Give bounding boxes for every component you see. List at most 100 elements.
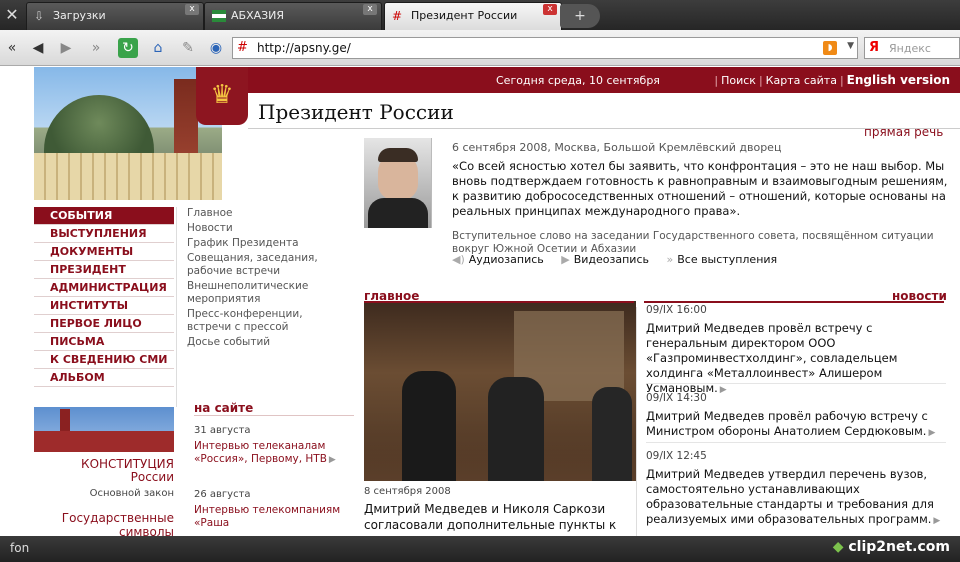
status-text: fon: [10, 541, 30, 555]
site-icon: #: [392, 9, 403, 23]
speech-actions: ◀) Аудиозапись ▶ Видеозапись » Все выступле…: [452, 253, 791, 266]
main-story-date: 8 сентября 2008: [364, 486, 451, 497]
tab-president[interactable]: # Президент России x: [384, 2, 562, 30]
back-icon[interactable]: ◀: [28, 38, 48, 58]
kremlin-photo: [34, 67, 222, 200]
site-title[interactable]: Президент России: [258, 100, 454, 124]
audio-link[interactable]: ◀) Аудиозапись: [452, 253, 544, 266]
symbols-link[interactable]: Государственные символы: [34, 511, 174, 536]
chevron-down-icon[interactable]: ▼: [847, 41, 854, 51]
forward-icon[interactable]: ▶: [56, 38, 76, 58]
nav-item-letters[interactable]: ПИСЬМА: [34, 333, 174, 351]
speaker-icon: ◀): [452, 253, 465, 266]
yandex-logo: Я: [869, 40, 880, 55]
page-viewport[interactable]: ♛ Сегодня среда, 10 сентября | Поиск | Карт…: [0, 67, 960, 536]
nav-item-administration[interactable]: АДМИНИСТРАЦИЯ: [34, 279, 174, 297]
reload-icon[interactable]: ↻: [118, 38, 138, 58]
globe-icon[interactable]: ◉: [206, 38, 226, 58]
play-icon: ▶: [561, 253, 570, 266]
rewind-icon[interactable]: «: [2, 38, 22, 58]
fast-forward-icon[interactable]: »: [86, 38, 106, 58]
new-tab-button[interactable]: +: [560, 4, 600, 28]
sub-item-main[interactable]: Главное: [187, 207, 337, 220]
video-link[interactable]: ▶ Видеозапись: [561, 253, 649, 266]
sub-item-press[interactable]: Пресс-конференции, встречи с прессой: [187, 308, 337, 334]
constitution-photo[interactable]: [34, 407, 174, 452]
speech-section-label[interactable]: прямая речь: [864, 125, 943, 139]
top-bar: Сегодня среда, 10 сентября | Поиск | Карта …: [248, 67, 960, 93]
speech-quote[interactable]: «Со всей ясностью хотел бы заявить, что …: [452, 159, 952, 219]
speech-meta: 6 сентября 2008, Москва, Большой Кремлёв…: [452, 141, 782, 154]
nav-item-album[interactable]: АЛЬБОМ: [34, 369, 174, 387]
watermark: ◆ clip2net.com: [832, 539, 950, 555]
url-text: http://apsny.ge/: [257, 41, 351, 55]
nav-item-documents[interactable]: ДОКУМЕНТЫ: [34, 243, 174, 261]
browser-toolbar: « ◀ ▶ » ↻ ⌂ ✎ ◉ # http://apsny.ge/ ◗ ▼ Я…: [0, 30, 960, 66]
brand-icon: ◆: [832, 539, 849, 555]
search-link[interactable]: Поиск: [721, 74, 756, 87]
news-link[interactable]: Дмитрий Медведев провёл рабочую встречу …: [646, 409, 946, 441]
item-date: 31 августа: [194, 425, 251, 436]
tab-label: Президент России: [411, 9, 518, 22]
close-tab-icon[interactable]: x: [543, 4, 557, 15]
divider: [646, 442, 946, 443]
nav-item-speeches[interactable]: ВЫСТУПЛЕНИЯ: [34, 225, 174, 243]
news-link[interactable]: Дмитрий Медведев утвердил перечень вузов…: [646, 467, 946, 529]
sitemap-link[interactable]: Карта сайта: [766, 74, 837, 87]
nav-item-institutes[interactable]: ИНСТИТУТЫ: [34, 297, 174, 315]
sub-item-news[interactable]: Новости: [187, 222, 337, 235]
divider: [636, 307, 637, 536]
search-placeholder: Яндекс: [889, 42, 931, 55]
tab-downloads[interactable]: ⇩ Загрузки x: [26, 2, 204, 30]
list-item: 26 августа Интервью телекомпаниям «Раша: [194, 489, 344, 530]
news-time: 09/IX 16:00: [646, 304, 707, 316]
item-link[interactable]: Интервью телеканалам «Россия», Первому, …: [194, 440, 344, 467]
sub-item-meetings[interactable]: Совещания, заседания, рабочие встречи: [187, 252, 337, 278]
menu-icon[interactable]: ✕: [0, 2, 24, 28]
site-icon: #: [237, 40, 248, 55]
search-input[interactable]: Я Яндекс: [864, 37, 960, 59]
all-speeches-link[interactable]: » Все выступления: [666, 253, 777, 266]
sub-nav: Главное Новости График Президента Совеща…: [187, 207, 337, 351]
divider: [646, 383, 946, 384]
rss-icon[interactable]: ◗: [823, 41, 837, 55]
main-story-headline[interactable]: Дмитрий Медведев и Николя Саркози соглас…: [364, 501, 624, 533]
close-tab-icon[interactable]: x: [363, 4, 377, 15]
nav-item-president[interactable]: ПРЕЗИДЕНТ: [34, 261, 174, 279]
arrow-right-icon: ▶: [933, 516, 941, 526]
divider: [364, 301, 634, 303]
status-bar: fon ◆ clip2net.com: [0, 536, 960, 562]
home-icon[interactable]: ⌂: [148, 38, 168, 58]
date-line: Сегодня среда, 10 сентября: [496, 74, 660, 87]
coat-of-arms-icon[interactable]: ♛: [196, 67, 248, 125]
arrow-right-icon: ▶: [328, 455, 336, 465]
sub-item-foreign[interactable]: Внешнеполитические мероприятия: [187, 280, 337, 306]
item-link[interactable]: Интервью телекомпаниям «Раша: [194, 504, 344, 530]
address-bar[interactable]: # http://apsny.ge/ ◗ ▼: [232, 37, 858, 59]
onsite-label: на сайте: [194, 401, 254, 415]
download-icon: ⇩: [34, 9, 45, 23]
tab-bar: ✕ ⇩ Загрузки x АБХАЗИЯ x # Президент Рос…: [0, 0, 960, 30]
nav-item-media[interactable]: К СВЕДЕНИЮ СМИ: [34, 351, 174, 369]
main-story-photo[interactable]: [364, 301, 636, 481]
tab-abkhazia[interactable]: АБХАЗИЯ x: [204, 2, 382, 30]
close-tab-icon[interactable]: x: [185, 4, 199, 15]
top-links: | Поиск | Карта сайта | English version: [714, 73, 950, 87]
nav-item-first-person[interactable]: ПЕРВОЕ ЛИЦО: [34, 315, 174, 333]
flag-icon: [212, 10, 226, 22]
building-shape: [34, 153, 222, 200]
constitution-link[interactable]: КОНСТИТУЦИЯ России: [34, 458, 174, 484]
sub-item-dossier[interactable]: Досье событий: [187, 336, 337, 349]
divider: [176, 207, 177, 407]
divider: [644, 301, 944, 303]
divider: [194, 415, 354, 416]
news-item: 09/IX 14:30 Дмитрий Медведев провёл рабо…: [646, 392, 946, 441]
sub-item-schedule[interactable]: График Президента: [187, 237, 337, 250]
news-link[interactable]: Дмитрий Медведев провёл встречу с генера…: [646, 321, 946, 398]
news-time: 09/IX 12:45: [646, 450, 707, 462]
english-version-link[interactable]: English version: [847, 73, 950, 87]
constitution-subtitle: Основной закон: [89, 488, 174, 499]
edit-icon[interactable]: ✎: [178, 38, 198, 58]
nav-item-events[interactable]: СОБЫТИЯ: [34, 207, 174, 225]
news-item: 09/IX 12:45 Дмитрий Медведев утвердил пе…: [646, 450, 946, 529]
